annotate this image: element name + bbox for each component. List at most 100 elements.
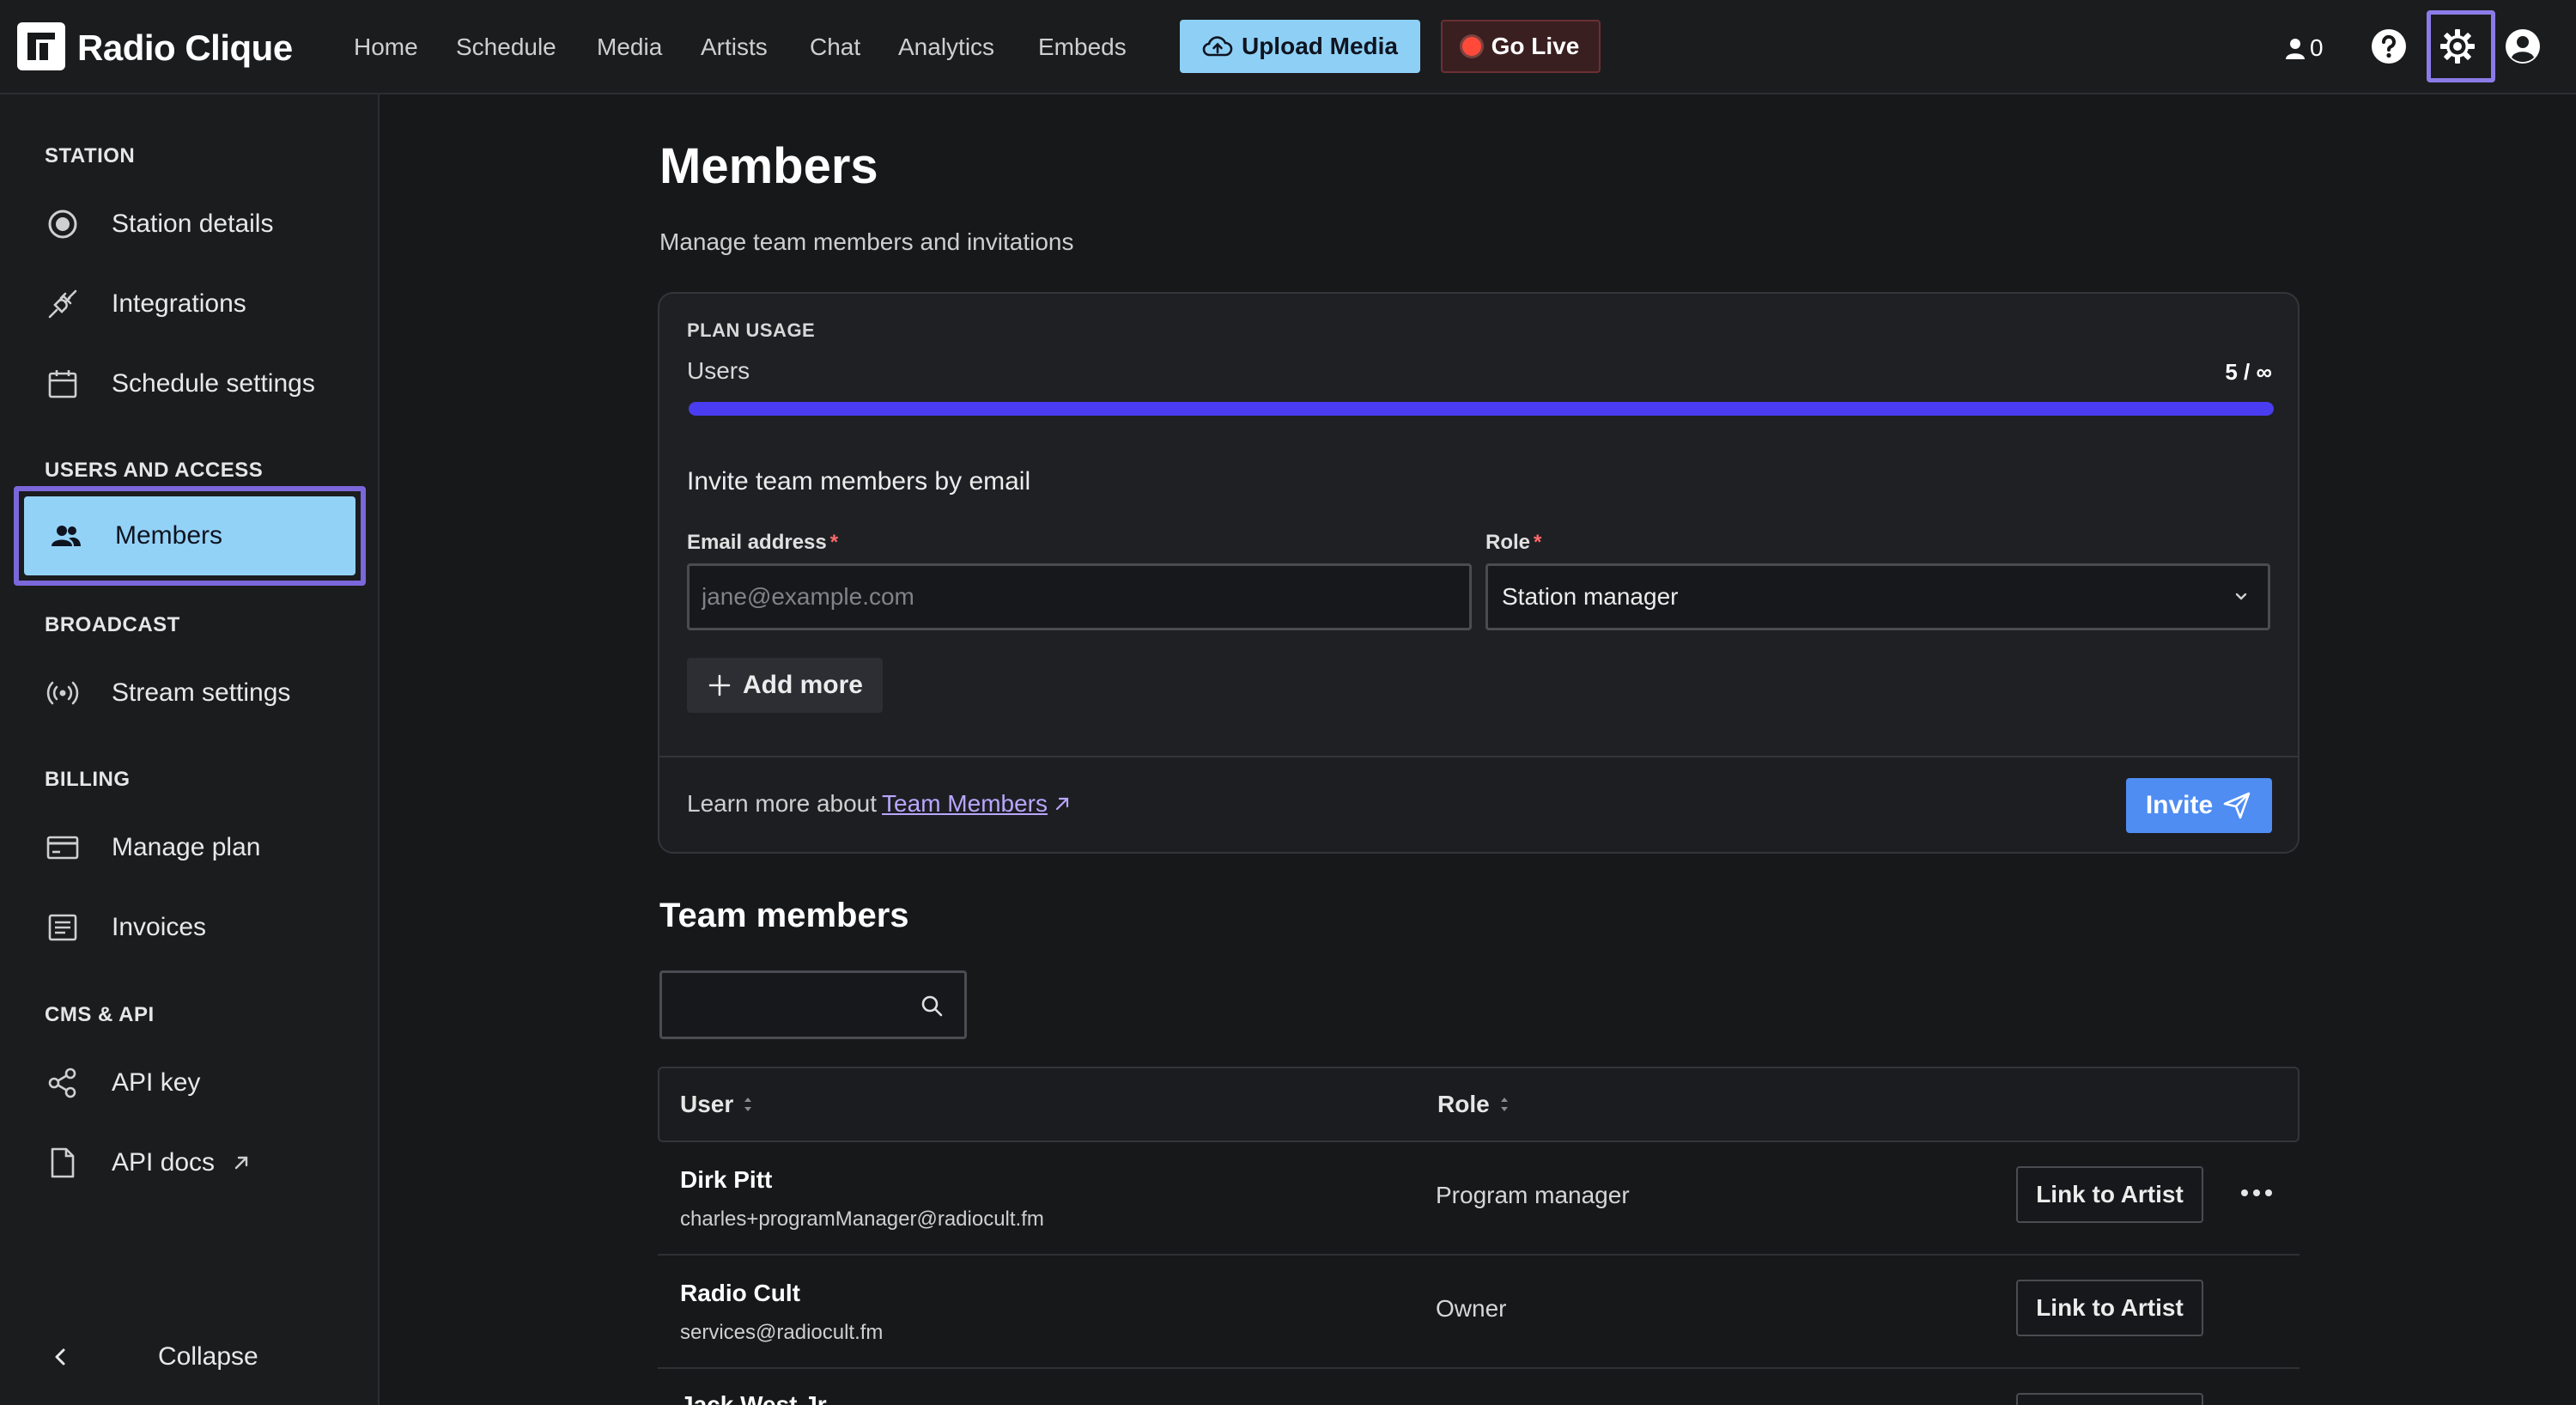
invite-card-footer: Learn more about Team Members Invite xyxy=(659,756,2298,852)
sidebar-item-manage-plan[interactable]: Manage plan xyxy=(21,809,359,886)
radio-clique-logo[interactable] xyxy=(17,22,65,70)
chevron-left-icon xyxy=(55,1348,65,1365)
nav-artists[interactable]: Artists xyxy=(701,26,768,69)
users-usage-progress-fill xyxy=(689,402,2274,416)
add-more-button[interactable]: Add more xyxy=(687,658,883,713)
sidebar-item-label: Stream settings xyxy=(112,678,291,707)
team-members-title: Team members xyxy=(659,897,909,934)
collapse-label: Collapse xyxy=(158,1342,258,1371)
sidebar-item-api-key[interactable]: API key xyxy=(21,1044,359,1122)
email-field[interactable] xyxy=(687,563,1472,630)
live-dot-icon xyxy=(1461,37,1481,56)
member-name: Radio Cult xyxy=(680,1280,800,1306)
nav-chat[interactable]: Chat xyxy=(810,26,860,69)
member-role: Owner xyxy=(1436,1295,1507,1322)
sidebar-item-stream-settings[interactable]: Stream settings xyxy=(21,654,359,732)
invite-title: Invite team members by email xyxy=(687,467,1031,496)
invite-button[interactable]: Invite xyxy=(2126,778,2272,833)
upload-media-button[interactable]: Upload Media xyxy=(1180,20,1420,73)
brand-name[interactable]: Radio Clique xyxy=(77,22,293,74)
sidebar-item-label: Integrations xyxy=(112,289,246,318)
users-usage-progress xyxy=(689,402,2274,416)
sidebar-item-members[interactable]: Members xyxy=(14,486,366,586)
sidebar-heading-cms-and-api: CMS & API xyxy=(45,1003,155,1026)
column-header-user[interactable]: User xyxy=(680,1091,754,1118)
credit-card-icon xyxy=(46,836,79,860)
link-to-artist-button[interactable]: Link to Artist xyxy=(2016,1280,2203,1336)
plan-usage-heading: PLAN USAGE xyxy=(687,319,816,341)
radio-button-icon xyxy=(48,210,77,239)
sidebar-item-label: API key xyxy=(112,1068,201,1097)
nav-analytics[interactable]: Analytics xyxy=(898,26,994,69)
team-search-input[interactable] xyxy=(662,973,911,1037)
table-row: Jack West Jr Link to Artist xyxy=(658,1369,2300,1405)
link-to-artist-button[interactable]: Link to Artist xyxy=(2016,1166,2203,1223)
sidebar-item-label: Members xyxy=(115,521,223,550)
member-role: Program manager xyxy=(1436,1182,1630,1208)
sidebar-heading-station: STATION xyxy=(45,144,136,167)
go-live-label: Go Live xyxy=(1491,33,1580,59)
role-field-label: Role * xyxy=(1485,531,1542,554)
plus-icon xyxy=(708,674,731,696)
sidebar-item-label: Invoices xyxy=(112,913,207,941)
help-icon[interactable] xyxy=(2370,27,2408,65)
go-live-button[interactable]: Go Live xyxy=(1441,20,1601,73)
team-members-link[interactable]: Team Members xyxy=(882,790,1048,818)
sidebar-item-label: Schedule settings xyxy=(112,369,315,398)
page-title: Members xyxy=(659,138,878,194)
send-icon xyxy=(2223,792,2251,819)
invite-card: PLAN USAGE Users 5 / ∞ Invite team membe… xyxy=(658,292,2300,854)
sort-icon xyxy=(744,1098,752,1111)
top-bar: Radio Clique Home Schedule Media Artists… xyxy=(0,0,2576,94)
sidebar-heading-users-and-access: USERS AND ACCESS xyxy=(45,459,264,482)
plug-icon xyxy=(48,289,77,319)
search-icon[interactable] xyxy=(920,994,944,1018)
link-to-artist-button[interactable]: Link to Artist xyxy=(2016,1393,2203,1405)
listener-counter[interactable]: 0 xyxy=(2282,31,2324,65)
member-email: services@radiocult.fm xyxy=(680,1321,884,1344)
document-icon xyxy=(51,1147,75,1178)
member-email: charles+programManager@radiocult.fm xyxy=(680,1207,1044,1231)
sidebar-item-schedule-settings[interactable]: Schedule settings xyxy=(21,345,359,423)
gear-icon[interactable] xyxy=(2439,27,2476,65)
external-link-icon xyxy=(1055,797,1069,811)
broadcast-icon xyxy=(46,681,79,705)
role-select-value: Station manager xyxy=(1502,583,1679,610)
calendar-icon xyxy=(48,370,77,398)
learn-more-text: Learn more about Team Members xyxy=(687,790,1072,818)
nav-embeds[interactable]: Embeds xyxy=(1038,26,1127,69)
sidebar-heading-broadcast: BROADCAST xyxy=(45,613,180,636)
team-search xyxy=(659,970,967,1039)
sidebar: STATION Station details Integrations Sch… xyxy=(0,94,380,1405)
external-link-icon xyxy=(234,1156,248,1170)
person-icon xyxy=(2286,39,2305,59)
role-select[interactable]: Station manager xyxy=(1485,563,2270,630)
users-icon xyxy=(52,526,81,546)
chevron-down-icon xyxy=(2235,593,2247,600)
sidebar-heading-billing: BILLING xyxy=(45,768,131,791)
table-row: Radio Cult services@radiocult.fm Owner L… xyxy=(658,1256,2300,1369)
column-header-role[interactable]: Role xyxy=(1437,1091,1510,1118)
upload-media-label: Upload Media xyxy=(1241,33,1398,59)
nav-home[interactable]: Home xyxy=(354,26,418,69)
sidebar-item-label: API docs xyxy=(112,1148,216,1177)
member-name: Jack West Jr xyxy=(680,1391,827,1405)
team-table-header: User Role xyxy=(658,1067,2300,1142)
nav-schedule[interactable]: Schedule xyxy=(456,26,556,69)
users-usage-count: 5 / ∞ xyxy=(2225,359,2272,385)
cloud-upload-icon xyxy=(1202,36,1233,57)
sidebar-item-station-details[interactable]: Station details xyxy=(21,186,359,263)
receipt-icon xyxy=(48,914,77,941)
sidebar-item-label: Manage plan xyxy=(112,833,261,861)
listener-count: 0 xyxy=(2310,34,2324,61)
sidebar-item-integrations[interactable]: Integrations xyxy=(21,265,359,343)
share-nodes-icon xyxy=(48,1067,76,1098)
users-usage-label: Users xyxy=(687,357,750,384)
sidebar-item-api-docs[interactable]: API docs xyxy=(21,1124,359,1201)
account-icon[interactable] xyxy=(2504,27,2542,65)
collapse-sidebar-button[interactable]: Collapse xyxy=(43,1331,352,1383)
more-options-icon[interactable] xyxy=(2238,1180,2275,1206)
email-field-label: Email address * xyxy=(687,531,839,554)
nav-media[interactable]: Media xyxy=(597,26,662,69)
sidebar-item-invoices[interactable]: Invoices xyxy=(21,889,359,966)
